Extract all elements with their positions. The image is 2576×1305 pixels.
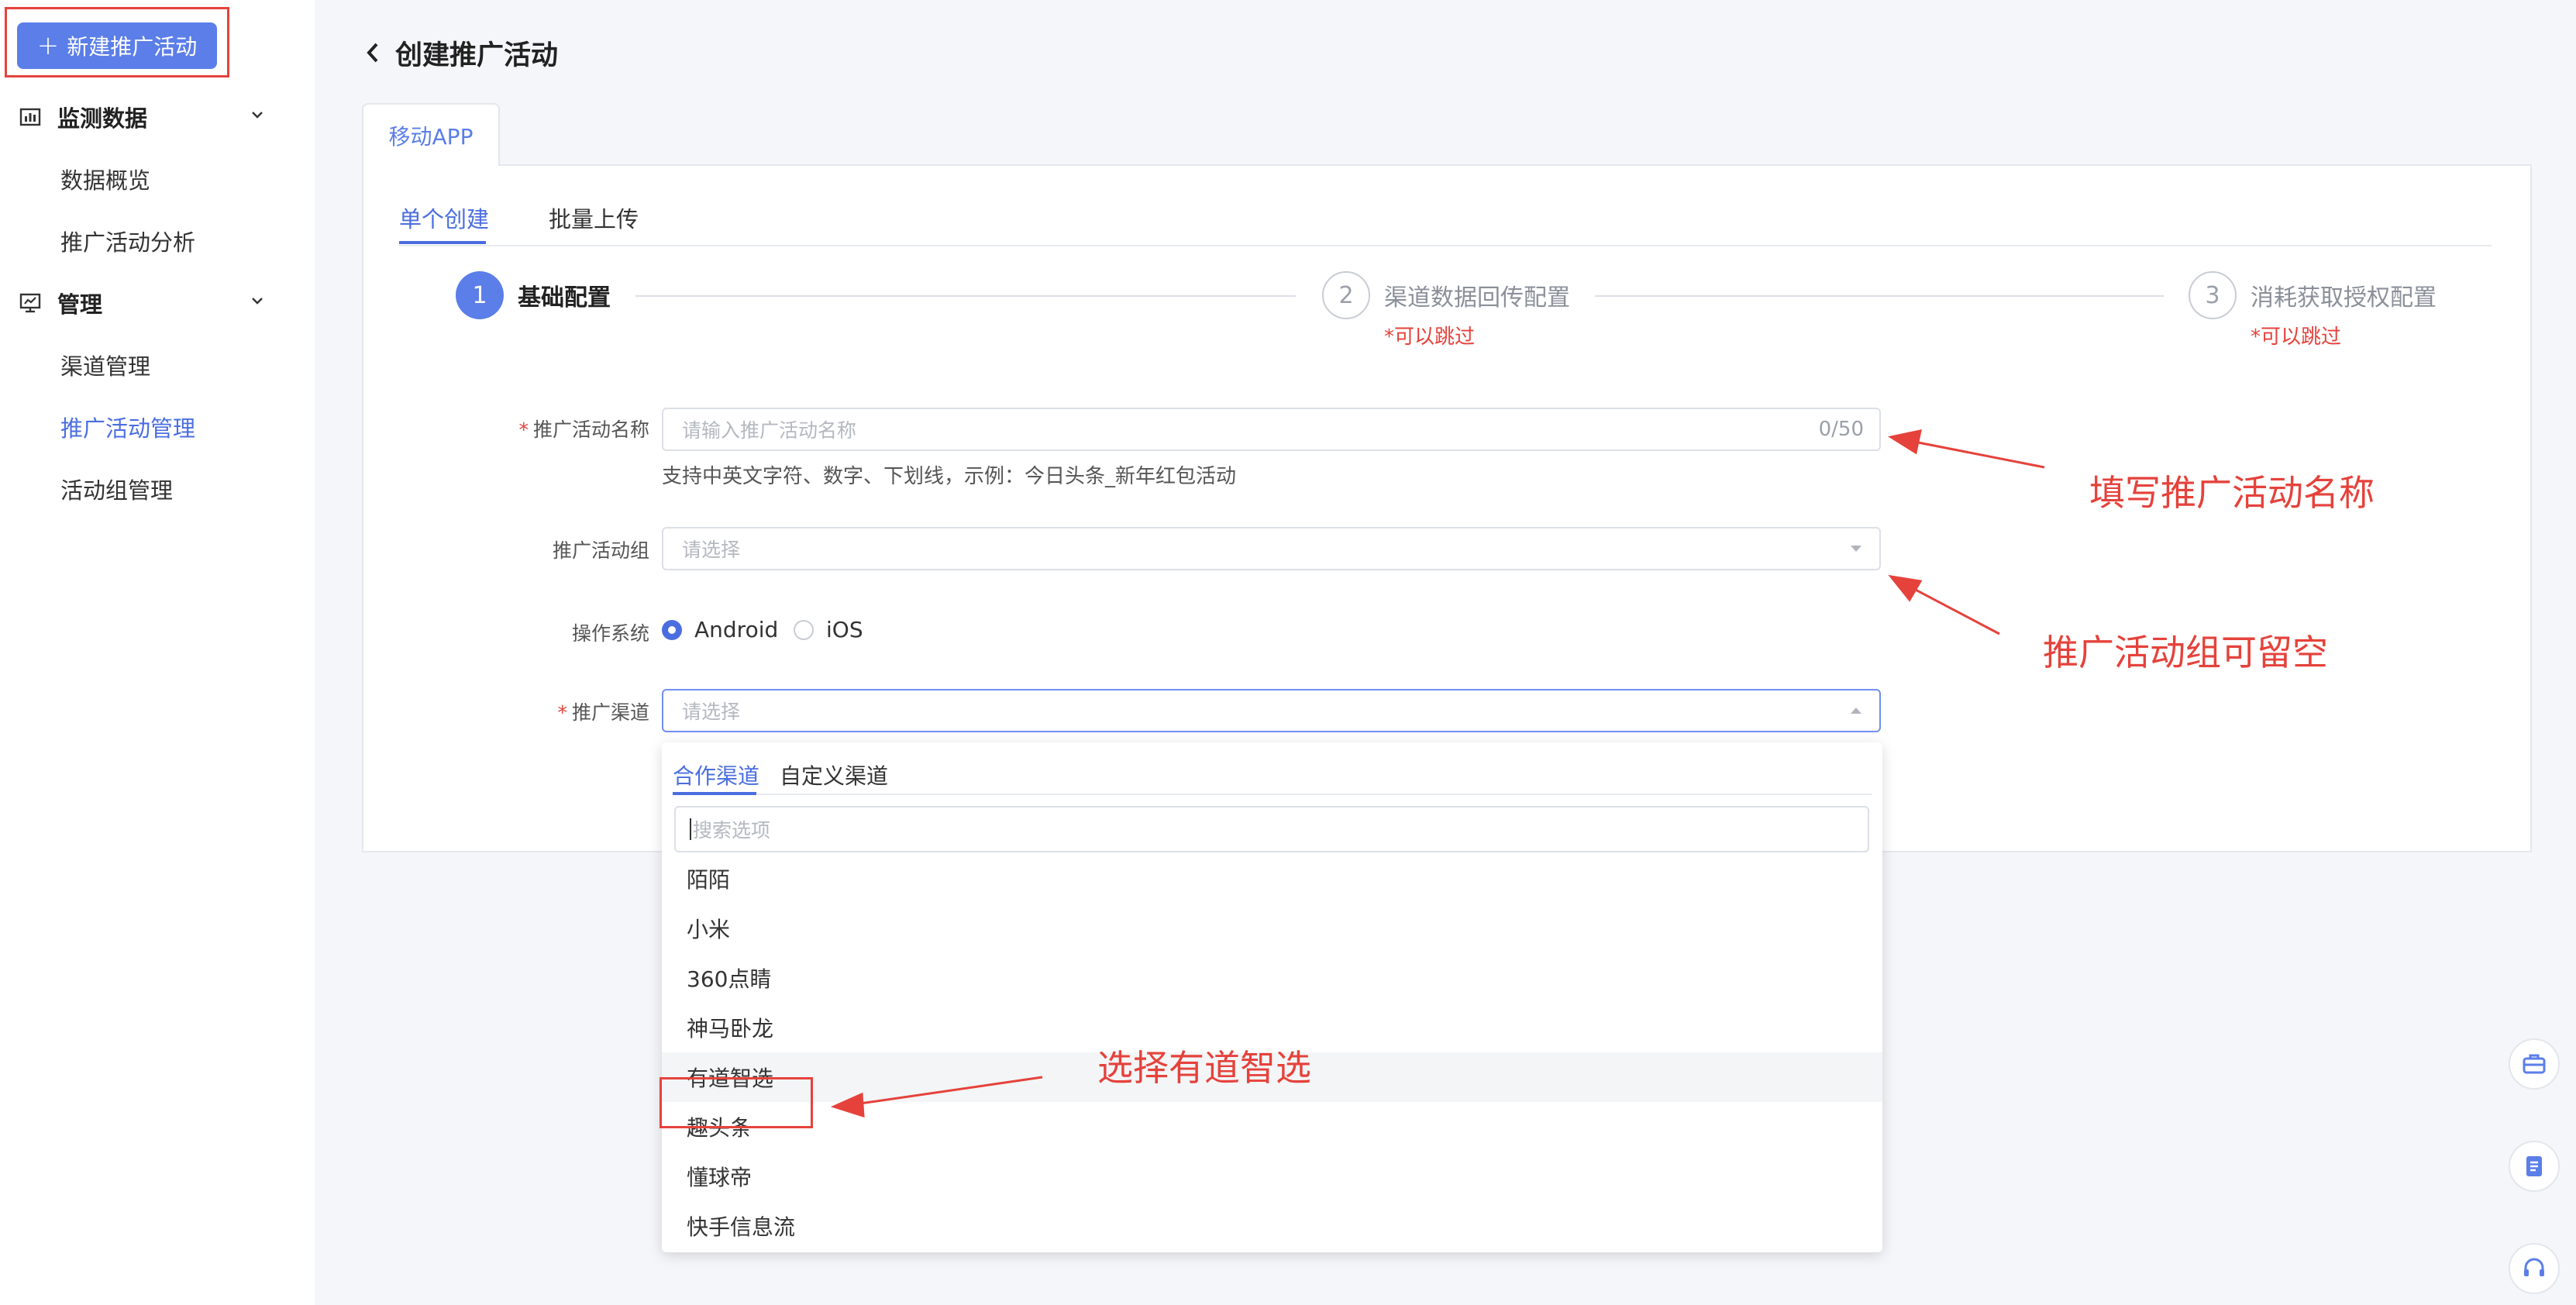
headset-icon: [2524, 1258, 2544, 1276]
docs-button[interactable]: [2509, 1141, 2560, 1192]
tab-mobile-app[interactable]: 移动APP: [362, 103, 500, 166]
annotation-choose-youdao: 选择有道智选: [1097, 1047, 1311, 1089]
document-icon: [2526, 1156, 2542, 1176]
toolbox-icon: [2523, 1054, 2546, 1074]
annotation-group-optional: 推广活动组可留空: [2043, 632, 2328, 673]
support-button[interactable]: [2509, 1243, 2560, 1294]
annotation-fill-name: 填写推广活动名称: [2089, 472, 2375, 514]
toolbox-button[interactable]: [2509, 1038, 2560, 1090]
